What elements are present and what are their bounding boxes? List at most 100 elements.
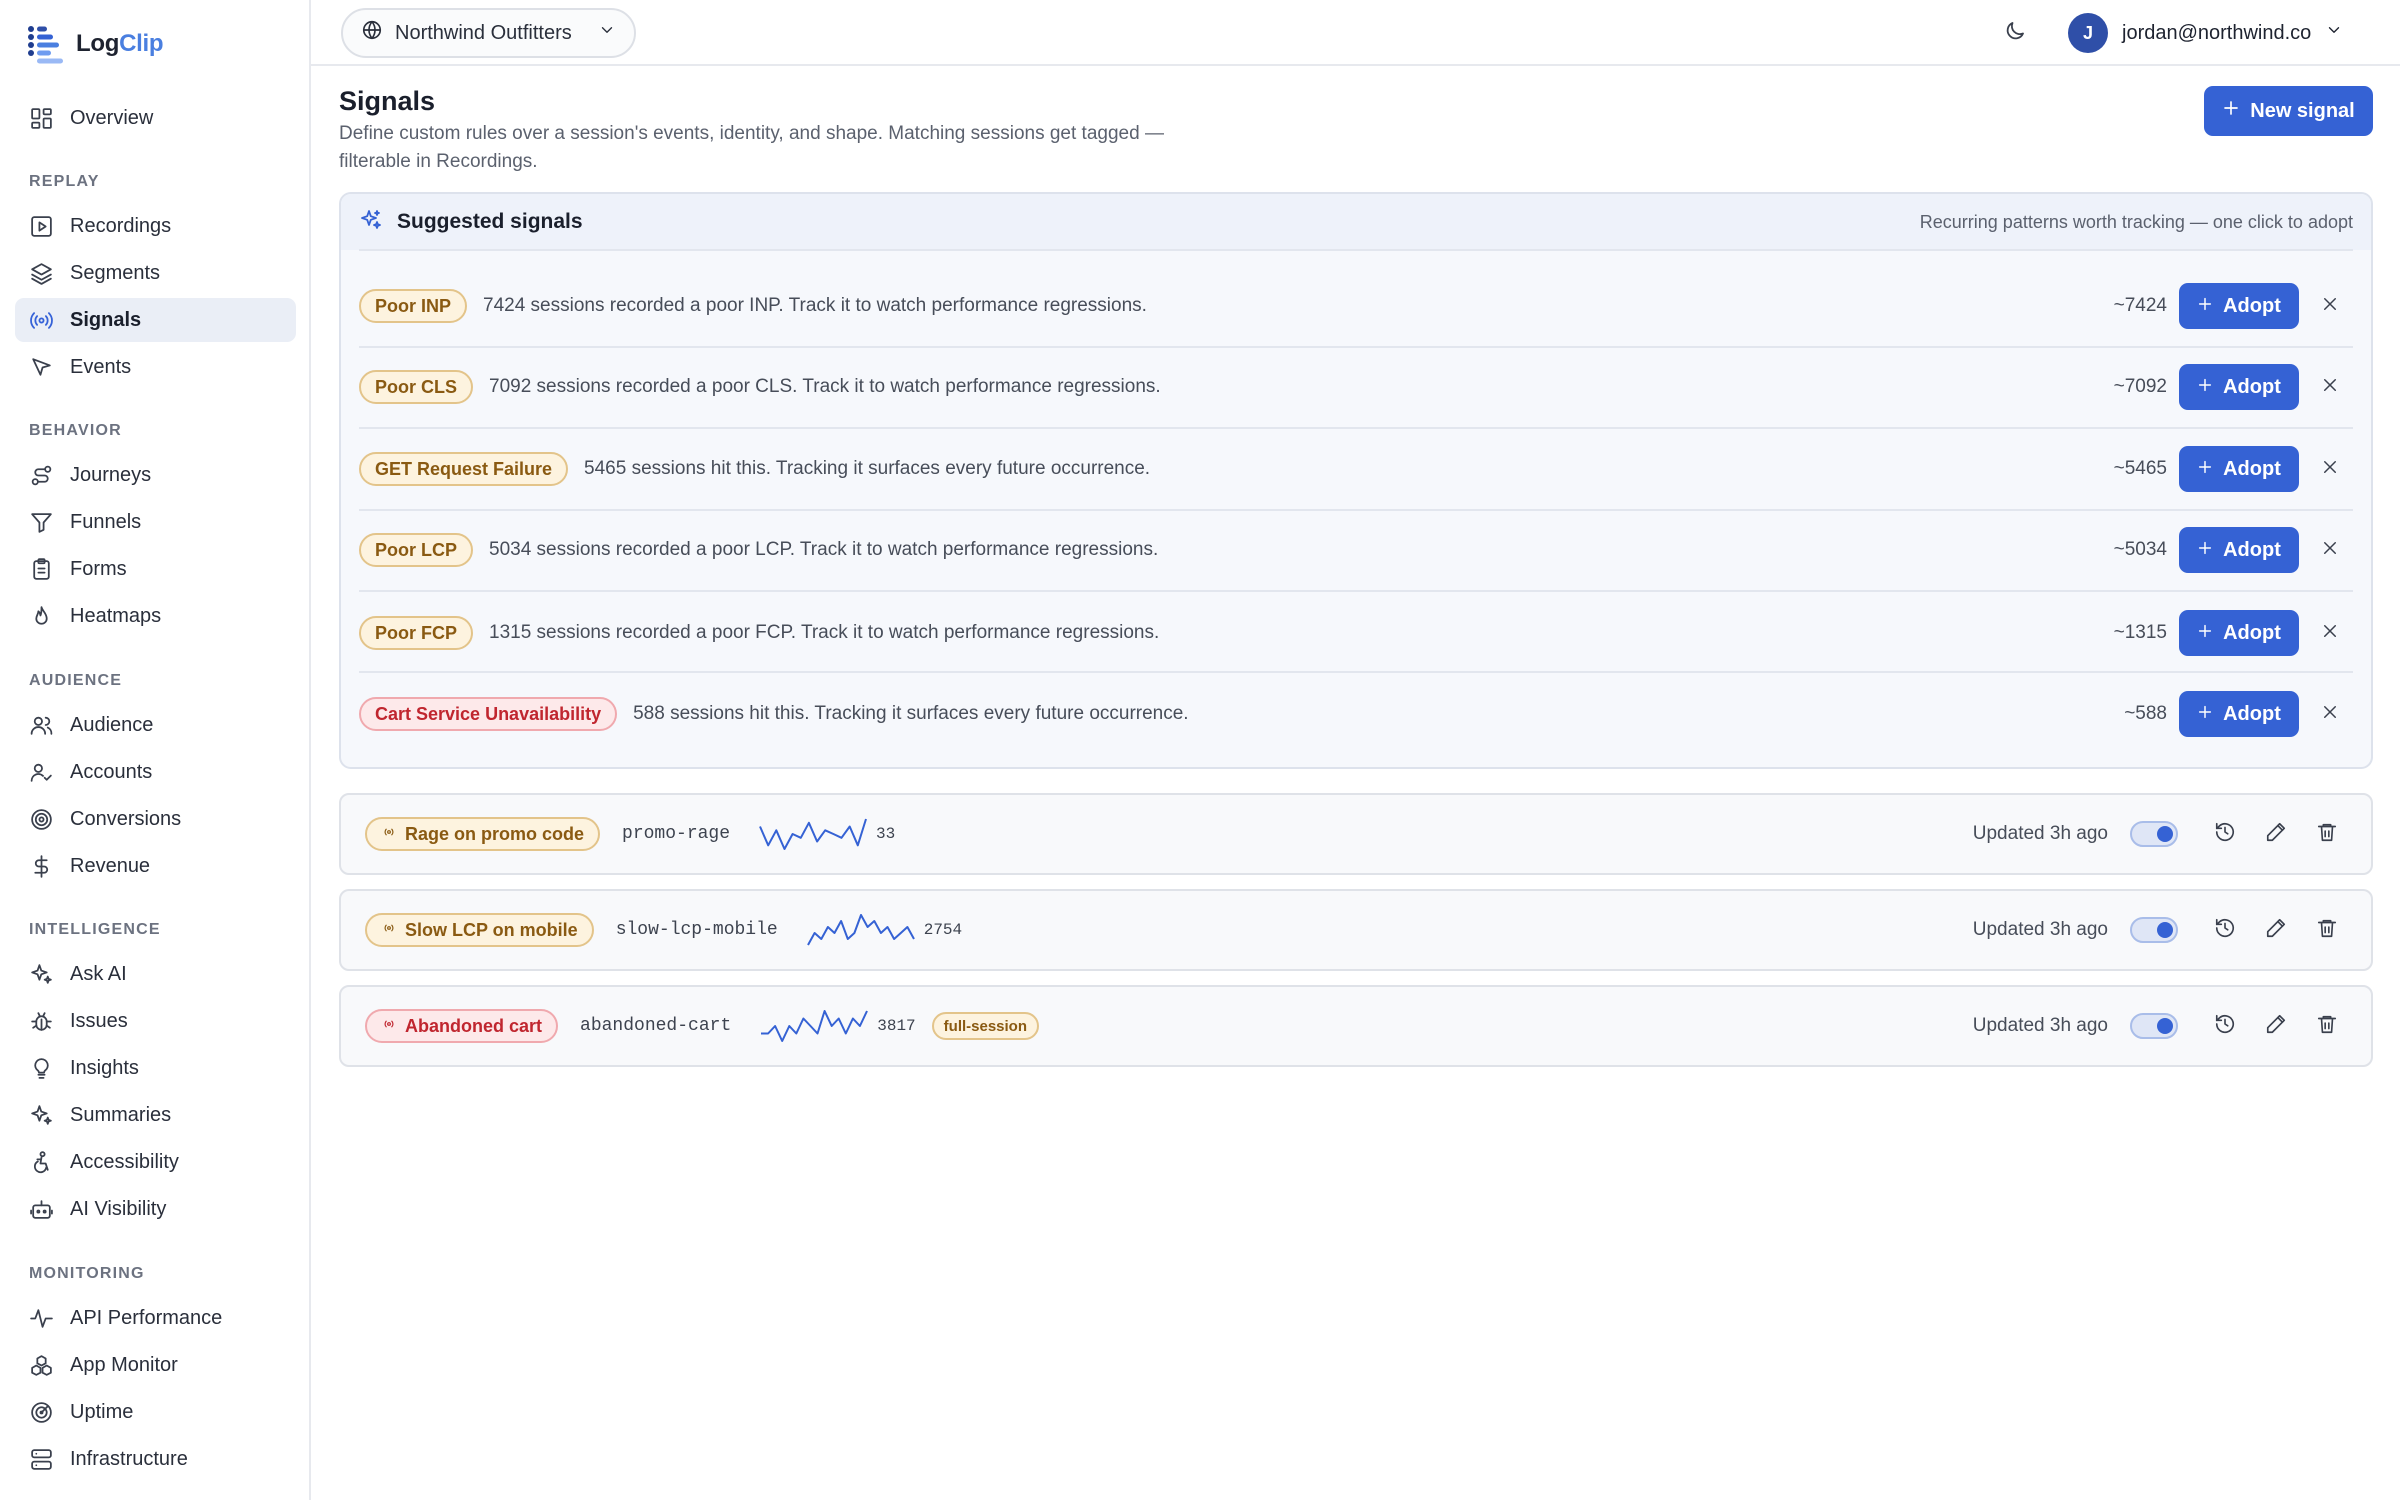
sidebar-item-accessibility[interactable]: Accessibility xyxy=(15,1140,296,1184)
adopt-button[interactable]: Adopt xyxy=(2179,283,2299,329)
history-button[interactable] xyxy=(2205,1006,2245,1046)
sidebar-item-segments[interactable]: Segments xyxy=(15,251,296,295)
adopt-button[interactable]: Adopt xyxy=(2179,610,2299,656)
page-title: Signals xyxy=(339,86,436,116)
sparkline-line xyxy=(806,914,915,946)
cursor-icon xyxy=(28,354,54,380)
sidebar-item-label: Funnels xyxy=(70,510,142,533)
sparkles-icon xyxy=(28,1102,54,1128)
sidebar-item-label: Issues xyxy=(70,1009,128,1032)
enable-toggle[interactable] xyxy=(2130,821,2178,847)
dismiss-button[interactable] xyxy=(2307,446,2353,492)
plus-icon xyxy=(2197,539,2213,562)
enable-toggle[interactable] xyxy=(2130,917,2178,943)
plus-icon xyxy=(2197,622,2213,645)
sparkline xyxy=(806,913,916,947)
sidebar-item-app-monitor[interactable]: App Monitor xyxy=(15,1343,296,1387)
theme-toggle-button[interactable] xyxy=(1998,16,2032,50)
history-button[interactable] xyxy=(2205,814,2245,854)
sidebar-item-ai-visibility[interactable]: AI Visibility xyxy=(15,1187,296,1231)
dismiss-button[interactable] xyxy=(2307,610,2353,656)
dismiss-button[interactable] xyxy=(2307,283,2353,329)
sidebar-item-revenue[interactable]: Revenue xyxy=(15,844,296,888)
brand[interactable]: LogClip xyxy=(26,22,164,66)
dismiss-button[interactable] xyxy=(2307,527,2353,573)
sidebar-item-issues[interactable]: Issues xyxy=(15,999,296,1043)
user-check-icon xyxy=(28,759,54,785)
history-icon xyxy=(2214,1013,2236,1040)
suggestion-row: Cart Service Unavailability 588 sessions… xyxy=(359,674,2353,754)
trash-icon xyxy=(2316,1013,2338,1040)
history-button[interactable] xyxy=(2205,910,2245,950)
logclip-logo-icon xyxy=(26,24,66,64)
sidebar-item-recordings[interactable]: Recordings xyxy=(15,204,296,248)
edit-button[interactable] xyxy=(2256,814,2296,854)
sidebar-item-insights[interactable]: Insights xyxy=(15,1046,296,1090)
sparkline xyxy=(758,817,868,851)
chevron-down-icon xyxy=(2325,21,2343,45)
adopt-label: Adopt xyxy=(2223,457,2281,480)
sidebar-item-signals[interactable]: Signals xyxy=(15,298,296,342)
user-menu[interactable]: J jordan@northwind.co xyxy=(2068,12,2343,54)
dismiss-button[interactable] xyxy=(2307,364,2353,410)
enable-toggle[interactable] xyxy=(2130,1013,2178,1039)
signal-name-badge: Abandoned cart xyxy=(365,1009,559,1043)
suggestion-description: 7424 sessions recorded a poor INP. Track… xyxy=(483,295,1147,316)
sidebar-item-audience[interactable]: Audience xyxy=(15,703,296,747)
sidebar-item-summaries[interactable]: Summaries xyxy=(15,1093,296,1137)
adopt-button[interactable]: Adopt xyxy=(2179,446,2299,492)
play-square-icon xyxy=(28,213,54,239)
sidebar-item-label: Infrastructure xyxy=(70,1447,188,1470)
sidebar-item-label: Ask AI xyxy=(70,962,127,985)
adopt-button[interactable]: Adopt xyxy=(2179,691,2299,737)
signal-card[interactable]: Slow LCP on mobile slow-lcp-mobile 2754 … xyxy=(339,889,2373,971)
history-icon xyxy=(2214,821,2236,848)
delete-button[interactable] xyxy=(2307,1006,2347,1046)
sidebar-item-heatmaps[interactable]: Heatmaps xyxy=(15,594,296,638)
sparkline xyxy=(759,1009,869,1043)
signal-card[interactable]: Rage on promo code promo-rage 33 Updated… xyxy=(339,793,2373,875)
topbar: Northwind Outfitters J jordan@northwind.… xyxy=(311,0,2400,66)
sidebar-item-accounts[interactable]: Accounts xyxy=(15,750,296,794)
sidebar-item-api-performance[interactable]: API Performance xyxy=(15,1296,296,1340)
suggestion-name-badge: GET Request Failure xyxy=(359,452,569,486)
suggestion-count: ~5034 xyxy=(2113,539,2167,560)
plus-icon xyxy=(2197,458,2213,481)
sidebar-item-funnels[interactable]: Funnels xyxy=(15,500,296,544)
sidebar-item-label: Heatmaps xyxy=(70,604,162,627)
sidebar-item-label: Insights xyxy=(70,1056,139,1079)
section-label-audience: AUDIENCE xyxy=(29,672,123,689)
bug-icon xyxy=(28,1008,54,1034)
sidebar-item-infrastructure[interactable]: Infrastructure xyxy=(15,1437,296,1481)
users-icon xyxy=(28,712,54,738)
adopt-label: Adopt xyxy=(2223,621,2281,644)
sidebar-item-conversions[interactable]: Conversions xyxy=(15,797,296,841)
sidebar-item-journeys[interactable]: Journeys xyxy=(15,453,296,497)
plus-icon xyxy=(2222,99,2240,123)
suggestion-description: 588 sessions hit this. Tracking it surfa… xyxy=(633,703,1189,724)
sparkles-icon xyxy=(359,208,383,237)
adopt-button[interactable]: Adopt xyxy=(2179,527,2299,573)
chevron-down-icon xyxy=(598,21,616,45)
sidebar-item-uptime[interactable]: Uptime xyxy=(15,1390,296,1434)
sidebar-item-events[interactable]: Events xyxy=(15,345,296,389)
sidebar-item-label: Events xyxy=(70,355,132,378)
suggestion-name-badge: Poor INP xyxy=(359,289,468,323)
new-signal-button[interactable]: New signal xyxy=(2204,86,2373,136)
edit-button[interactable] xyxy=(2256,1006,2296,1046)
sidebar-item-forms[interactable]: Forms xyxy=(15,547,296,591)
signal-card[interactable]: Abandoned cart abandoned-cart 3817 full-… xyxy=(339,985,2373,1067)
plus-icon xyxy=(2197,295,2213,318)
target-icon xyxy=(28,806,54,832)
edit-button[interactable] xyxy=(2256,910,2296,950)
sidebar-item-ask-ai[interactable]: Ask AI xyxy=(15,952,296,996)
sidebar-item-overview[interactable]: Overview xyxy=(15,96,296,140)
org-switcher[interactable]: Northwind Outfitters xyxy=(341,8,636,58)
delete-button[interactable] xyxy=(2307,910,2347,950)
suggestion-name-badge: Poor LCP xyxy=(359,533,474,567)
suggestion-count: ~588 xyxy=(2124,703,2167,724)
adopt-button[interactable]: Adopt xyxy=(2179,364,2299,410)
sidebar: LogClip Overview REPLAY Recordings Segme… xyxy=(0,0,311,1500)
dismiss-button[interactable] xyxy=(2307,691,2353,737)
delete-button[interactable] xyxy=(2307,814,2347,854)
